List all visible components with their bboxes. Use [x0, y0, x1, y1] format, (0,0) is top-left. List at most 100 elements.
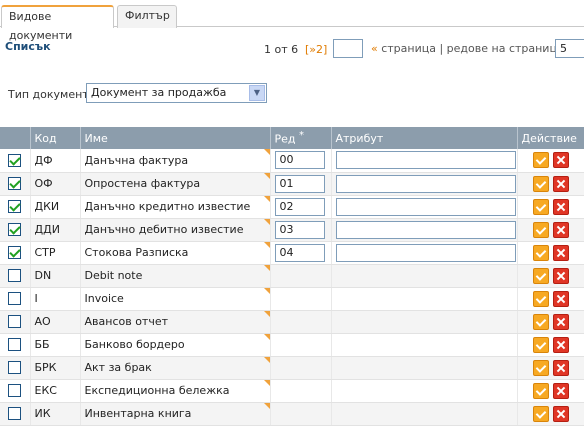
delete-x-icon[interactable] — [552, 221, 569, 238]
corner-marker-icon — [263, 218, 269, 225]
code-cell: ДФ — [30, 149, 81, 173]
edit-check-icon[interactable] — [532, 405, 549, 422]
action-cell — [517, 310, 584, 334]
name-cell: Данъчна фактура — [80, 149, 271, 173]
delete-x-icon[interactable] — [552, 267, 569, 284]
edit-check-icon[interactable] — [532, 336, 549, 353]
edit-check-icon[interactable] — [532, 382, 549, 399]
delete-x-icon[interactable] — [552, 336, 569, 353]
attribute-input[interactable] — [335, 197, 516, 216]
delete-x-icon[interactable] — [552, 382, 569, 399]
code-cell: АО — [30, 310, 81, 334]
edit-check-icon[interactable] — [532, 313, 549, 330]
row-checkbox[interactable] — [8, 200, 22, 214]
row-checkbox[interactable] — [8, 338, 22, 352]
delete-x-icon[interactable] — [552, 405, 569, 422]
code-cell: ЕКС — [30, 379, 81, 403]
row-checkbox[interactable] — [8, 223, 22, 237]
delete-x-icon[interactable] — [552, 152, 569, 169]
order-input[interactable]: 00 — [274, 151, 325, 170]
row-checkbox[interactable] — [8, 154, 22, 167]
delete-x-icon[interactable] — [552, 359, 569, 376]
required-marker: * — [299, 130, 305, 142]
order-cell — [270, 264, 332, 288]
delete-x-icon[interactable] — [552, 175, 569, 192]
order-input[interactable]: 02 — [274, 197, 325, 216]
delete-x-icon[interactable] — [552, 290, 569, 307]
pager-text: « страница | редове на страница » — [371, 42, 574, 55]
corner-marker-icon — [263, 264, 269, 271]
edit-check-icon[interactable] — [532, 267, 549, 284]
row-checkbox[interactable] — [8, 177, 22, 191]
row-check-cell — [0, 287, 31, 311]
delete-x-icon[interactable] — [552, 313, 569, 330]
row-checkbox[interactable] — [8, 384, 22, 398]
attribute-input[interactable] — [335, 243, 516, 262]
header-name[interactable]: Име — [80, 127, 271, 149]
name-cell: Опростена фактура — [80, 172, 271, 196]
code-cell: ОФ — [30, 172, 81, 196]
pager-prev-link[interactable]: « — [371, 42, 378, 55]
edit-check-icon[interactable] — [532, 290, 549, 307]
attribute-cell — [331, 356, 518, 380]
edit-check-icon[interactable] — [532, 359, 549, 376]
attribute-input[interactable] — [335, 151, 516, 170]
row-checkbox[interactable] — [8, 269, 22, 283]
row-check-cell — [0, 241, 31, 265]
name-text: Данъчно кредитно известие — [84, 200, 251, 213]
pager-next-link[interactable]: [»2] — [305, 42, 327, 62]
attribute-input[interactable] — [335, 174, 516, 193]
row-checkbox[interactable] — [8, 292, 22, 306]
corner-marker-icon — [263, 149, 269, 155]
code-cell: ББ — [30, 333, 81, 357]
header-code[interactable]: Код — [30, 127, 81, 149]
action-cell — [517, 218, 584, 242]
delete-x-icon[interactable] — [552, 198, 569, 215]
name-text: Авансов отчет — [84, 315, 169, 328]
attribute-input[interactable] — [335, 220, 516, 239]
name-text: Опростена фактура — [84, 177, 201, 190]
row-check-cell — [0, 356, 31, 380]
document-type-select[interactable]: Документ за продажба ▼ — [86, 83, 267, 103]
row-checkbox[interactable] — [8, 246, 22, 260]
chevron-down-icon[interactable]: ▼ — [249, 85, 265, 101]
rows-per-page-input[interactable]: 5 — [555, 39, 584, 58]
name-cell: Данъчно дебитно известие — [80, 218, 271, 242]
header-attribute[interactable]: Атрибут — [331, 127, 518, 149]
action-cell — [517, 149, 584, 173]
tab-bar: Видове документи Филтър — [0, 0, 584, 42]
code-cell: БРК — [30, 356, 81, 380]
code-cell: ДКИ — [30, 195, 81, 219]
attribute-cell — [331, 195, 518, 219]
page-number-input[interactable] — [333, 39, 363, 58]
row-checkbox[interactable] — [8, 361, 22, 375]
action-cell — [517, 402, 584, 426]
edit-check-icon[interactable] — [532, 198, 549, 215]
row-checkbox[interactable] — [8, 407, 22, 421]
edit-check-icon[interactable] — [532, 175, 549, 192]
order-input[interactable]: 01 — [274, 174, 325, 193]
edit-check-icon[interactable] — [532, 244, 549, 261]
attribute-cell — [331, 333, 518, 357]
document-types-table: Код Име Ред * Атрибут Действие ДФ Данъчна… — [0, 127, 584, 426]
code-cell: СТР — [30, 241, 81, 265]
order-input[interactable]: 04 — [274, 243, 325, 262]
table-row: ДКИ Данъчно кредитно известие 02 — [0, 195, 584, 219]
name-cell: Авансов отчет — [80, 310, 271, 334]
pager-label: страница | редове на страница — [377, 42, 568, 55]
row-check-cell — [0, 218, 31, 242]
table-row: DN Debit note — [0, 264, 584, 288]
row-checkbox[interactable] — [8, 315, 22, 329]
name-text: Стокова Разписка — [84, 246, 189, 259]
delete-x-icon[interactable] — [552, 244, 569, 261]
header-order[interactable]: Ред * — [270, 127, 332, 149]
order-cell: 01 — [270, 172, 332, 196]
row-check-cell — [0, 195, 31, 219]
tab-filter[interactable]: Филтър — [117, 5, 177, 28]
tab-document-types[interactable]: Видове документи — [1, 5, 114, 42]
document-type-label: Тип документ — [8, 88, 89, 101]
action-cell — [517, 241, 584, 265]
order-input[interactable]: 03 — [274, 220, 325, 239]
edit-check-icon[interactable] — [532, 221, 549, 238]
edit-check-icon[interactable] — [532, 152, 549, 169]
